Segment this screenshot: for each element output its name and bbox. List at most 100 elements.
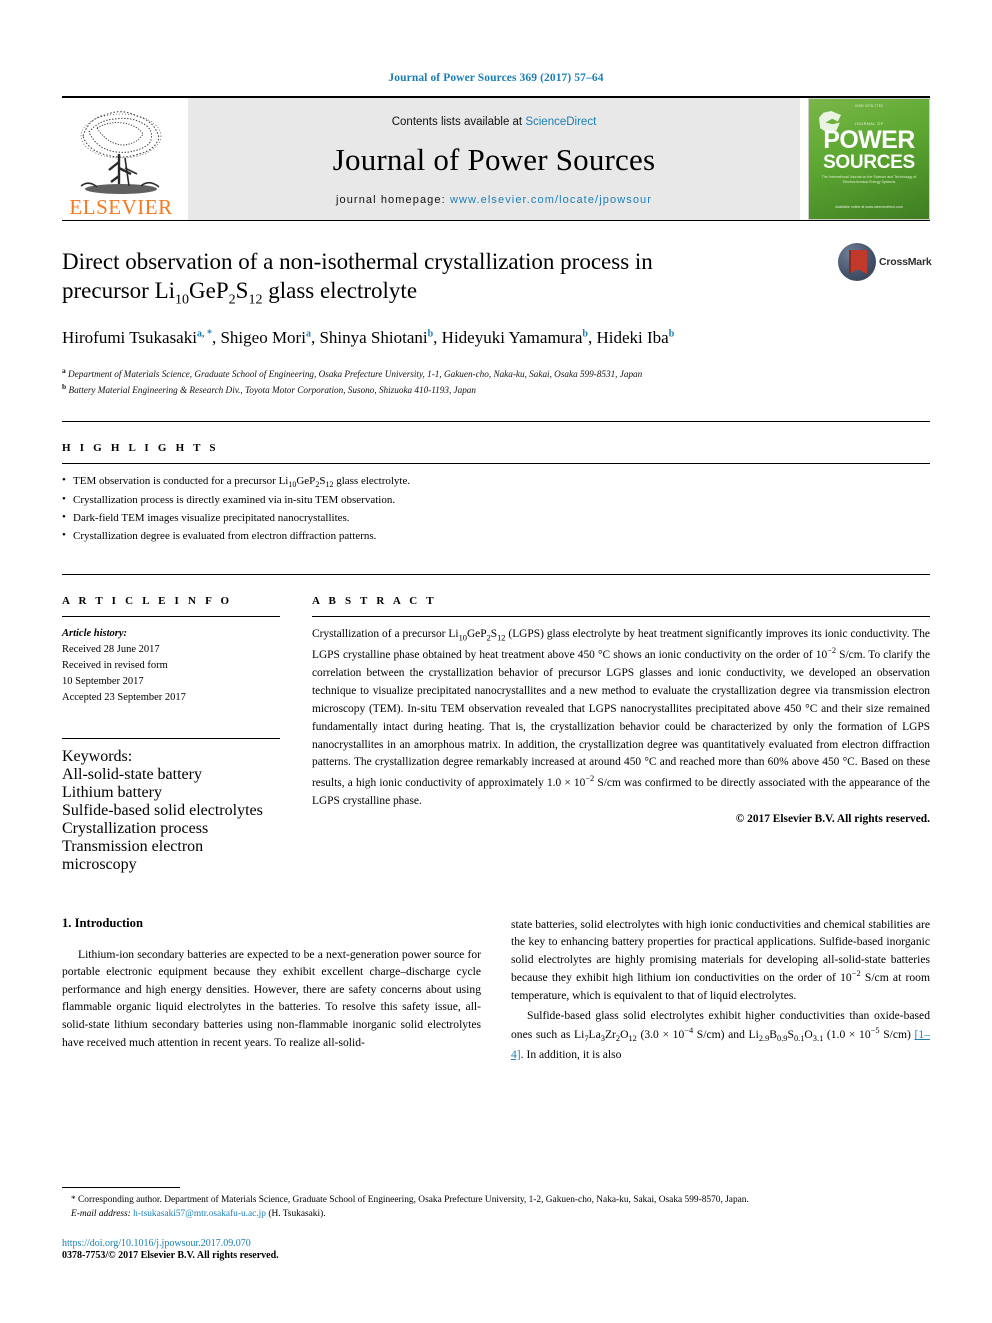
para-sub: 12 bbox=[628, 1034, 637, 1044]
keyword-item: Sulfide-based solid electrolytes bbox=[62, 801, 263, 819]
keywords-label: Keywords: bbox=[62, 747, 133, 765]
title-line-2-pre: precursor Li bbox=[62, 278, 176, 304]
crossmark-badge[interactable]: CrossMark bbox=[838, 243, 932, 281]
homepage-url[interactable]: www.elsevier.com/locate/jpowsour bbox=[450, 194, 652, 206]
body-columns: 1. Introduction Lithium-ion secondary ba… bbox=[62, 916, 930, 1067]
para-sub: 0.1 bbox=[793, 1034, 805, 1044]
paragraph: state batteries, solid electrolytes with… bbox=[511, 916, 930, 1005]
author-affil-mark: a, * bbox=[196, 328, 212, 340]
footnote-block: * Corresponding author. Department of Ma… bbox=[62, 1187, 930, 1261]
keywords-block: Keywords: All-solid-state battery Lithiu… bbox=[62, 737, 280, 874]
highlight-item: TEM observation is conducted for a precu… bbox=[62, 472, 930, 492]
affiliation-line: b Battery Material Engineering & Researc… bbox=[62, 381, 930, 397]
title-sub-1: 10 bbox=[175, 293, 190, 309]
author-name[interactable]: Hideki Iba bbox=[596, 328, 668, 347]
para-text: (1.0 × 10 bbox=[823, 1027, 871, 1041]
author-name[interactable]: Shigeo Mori bbox=[220, 328, 305, 347]
cover-bottom-line: Available online at www.sciencedirect.co… bbox=[835, 205, 903, 210]
email-note: E-mail address: h-tsukasaki57@mtr.osakaf… bbox=[62, 1208, 930, 1222]
author-name[interactable]: Shinya Shiotani bbox=[319, 328, 427, 347]
cover-sources-word: SOURCES bbox=[823, 152, 915, 173]
title-line-1: Direct observation of a non-isothermal c… bbox=[62, 249, 653, 274]
page-title: Direct observation of a non-isothermal c… bbox=[62, 247, 762, 310]
affiliation-mark: a bbox=[62, 365, 66, 375]
history-item: Accepted 23 September 2017 bbox=[62, 691, 186, 703]
author-affil-mark: b bbox=[427, 328, 434, 340]
title-end: glass electrolyte bbox=[262, 278, 418, 304]
masthead-center: Contents lists available at ScienceDirec… bbox=[188, 98, 800, 220]
author-affil-mark: b bbox=[582, 328, 588, 340]
paragraph: Lithium-ion secondary batteries are expe… bbox=[62, 947, 481, 1049]
title-sub-2: 2 bbox=[228, 293, 236, 309]
para-text: O bbox=[804, 1027, 813, 1041]
elsevier-tree-icon bbox=[80, 111, 162, 194]
body-column-left: 1. Introduction Lithium-ion secondary ba… bbox=[62, 916, 481, 1067]
title-mid-2: S bbox=[235, 278, 249, 304]
abstract-part-1: Crystallization of a precursor Li bbox=[312, 627, 459, 640]
corresponding-author-note: * Corresponding author. Department of Ma… bbox=[71, 1195, 749, 1206]
highlights-heading: H I G H L I G H T S bbox=[62, 442, 219, 455]
para-sup: −5 bbox=[870, 1026, 880, 1036]
author-name[interactable]: Hirofumi Tsukasaki bbox=[62, 328, 197, 347]
para-text: La bbox=[588, 1027, 601, 1041]
contents-available-line: Contents lists available at ScienceDirec… bbox=[392, 116, 597, 128]
article-info-column: A R T I C L E I N F O Article history: R… bbox=[62, 595, 280, 874]
journal-homepage-line: journal homepage: www.elsevier.com/locat… bbox=[336, 194, 652, 206]
article-info-heading: A R T I C L E I N F O bbox=[62, 594, 233, 607]
email-label: E-mail address: bbox=[71, 1209, 131, 1220]
para-sub: 2.9 bbox=[758, 1034, 770, 1044]
affiliation-mark: b bbox=[62, 381, 67, 391]
issn-copyright: 0378-7753/© 2017 Elsevier B.V. All right… bbox=[62, 1250, 279, 1261]
email-suffix: (H. Tsukasaki). bbox=[265, 1209, 326, 1220]
article-history-label: Article history: bbox=[62, 627, 128, 639]
para-text: B bbox=[769, 1027, 778, 1041]
para-sup: −4 bbox=[684, 1026, 694, 1036]
crossmark-label: CrossMark bbox=[879, 256, 932, 268]
body-column-right: state batteries, solid electrolytes with… bbox=[511, 916, 930, 1067]
history-item: 10 September 2017 bbox=[62, 675, 144, 687]
para-sub: 3.1 bbox=[812, 1034, 824, 1044]
footnote-rule bbox=[62, 1187, 180, 1189]
para-text: Zr bbox=[604, 1027, 616, 1041]
highlights-section: H I G H L I G H T S TEM observation is c… bbox=[62, 421, 930, 546]
para-sub: 0.9 bbox=[777, 1034, 788, 1044]
abstract-sup-1: −2 bbox=[827, 646, 837, 656]
running-head: Journal of Power Sources 369 (2017) 57–6… bbox=[388, 72, 604, 84]
para-text: S/cm) bbox=[879, 1027, 915, 1041]
abstract-text: Crystallization of a precursor Li10GeP2S… bbox=[312, 617, 930, 811]
para-text: (3.0 × 10 bbox=[636, 1027, 685, 1041]
email-link[interactable]: h-tsukasaki57@mtr.osakafu-u.ac.jp bbox=[133, 1209, 266, 1219]
section-heading-introduction: 1. Introduction bbox=[62, 915, 143, 930]
info-abstract-row: A R T I C L E I N F O Article history: R… bbox=[62, 573, 930, 874]
keyword-item: Crystallization process bbox=[62, 819, 209, 837]
paragraph: Sulfide-based glass solid electrolytes e… bbox=[511, 1007, 930, 1063]
title-block: CrossMark Direct observation of a non-is… bbox=[62, 221, 932, 397]
abstract-part-2: GeP bbox=[466, 627, 487, 640]
contents-prefix: Contents lists available at bbox=[391, 116, 526, 128]
keyword-item: All-solid-state battery bbox=[62, 765, 202, 783]
author-name[interactable]: Hideyuki Yamamura bbox=[442, 328, 583, 347]
highlight-item: Crystallization degree is evaluated from… bbox=[62, 527, 930, 546]
keyword-item: Lithium battery bbox=[62, 783, 162, 801]
abstract-heading: A B S T R A C T bbox=[312, 594, 437, 607]
affiliation-line: a Department of Materials Science, Gradu… bbox=[62, 365, 930, 381]
abstract-copyright: © 2017 Elsevier B.V. All rights reserved… bbox=[735, 813, 930, 825]
homepage-prefix: journal homepage: bbox=[335, 194, 450, 206]
elsevier-logo: ELSEVIER bbox=[62, 98, 180, 220]
journal-cover-thumbnail[interactable]: ISSN 0378-7753 JOURNAL OF POWER SOURCES … bbox=[808, 98, 930, 220]
para-text: . In addition, it is also bbox=[520, 1048, 622, 1061]
author-list: Hirofumi Tsukasakia, *, Shigeo Moria, Sh… bbox=[62, 327, 675, 347]
doi-link[interactable]: https://doi.org/10.1016/j.jpowsour.2017.… bbox=[62, 1238, 930, 1249]
journal-masthead: ELSEVIER Contents lists available at Sci… bbox=[62, 96, 930, 220]
abstract-sup-2: −2 bbox=[585, 774, 595, 784]
sciencedirect-link[interactable]: ScienceDirect bbox=[525, 116, 596, 128]
history-item: Received 28 June 2017 bbox=[62, 643, 160, 655]
author-affil-mark: b bbox=[668, 328, 675, 340]
cover-power-word: POWER bbox=[823, 126, 915, 154]
highlights-list: TEM observation is conducted for a precu… bbox=[62, 464, 930, 546]
article-history-block: Article history: Received 28 June 2017 R… bbox=[62, 617, 280, 706]
journal-title: Journal of Power Sources bbox=[332, 142, 656, 177]
affiliation-text: Department of Materials Science, Graduat… bbox=[68, 368, 643, 379]
abstract-column: A B S T R A C T Crystallization of a pre… bbox=[312, 595, 930, 874]
author-affil-mark: a bbox=[305, 328, 311, 340]
